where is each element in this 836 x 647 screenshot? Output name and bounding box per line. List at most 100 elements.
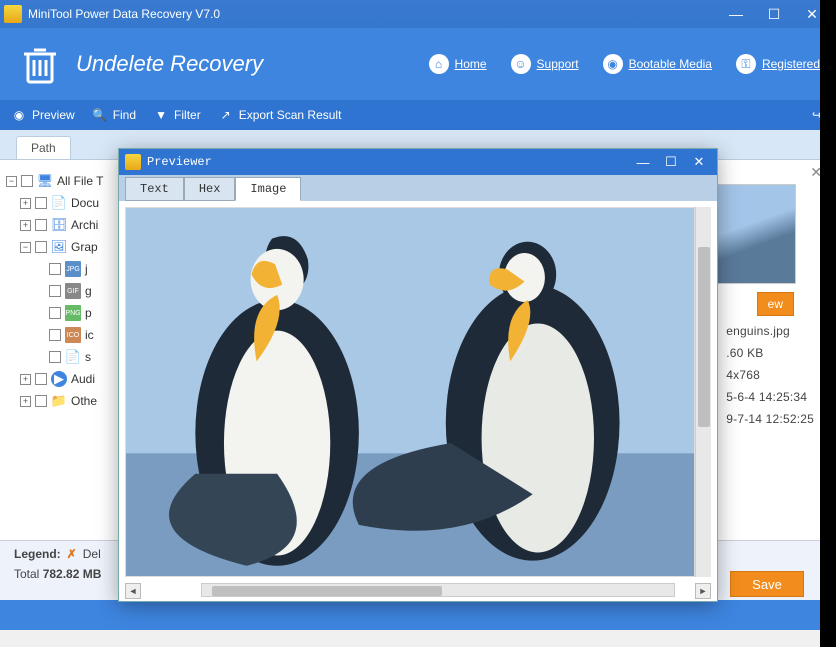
expand-toggle[interactable]: + [20,374,31,385]
expand-toggle[interactable]: − [20,242,31,253]
footer [0,600,836,630]
tree-label: Docu [71,196,99,210]
expand-toggle[interactable]: + [20,396,31,407]
maximize-button[interactable]: ☐ [760,5,788,23]
export-icon: ↗ [219,108,233,122]
tree-label: Othe [71,394,97,408]
header-links: ⌂ Home ☺ Support ◉ Bootable Media ⚿ Regi… [429,54,820,74]
expand-toggle[interactable]: − [6,176,17,187]
legend-label: Legend: [14,547,61,561]
previewer-close-button[interactable]: ✕ [687,153,711,171]
file-details: enguins.jpg .60 KB 4x768 5-6-4 14:25:34 … [726,320,814,430]
preview-tool[interactable]: ◉ Preview [12,108,75,122]
tree-checkbox[interactable] [49,329,61,341]
eye-icon: ◉ [12,108,26,122]
tree-checkbox[interactable] [35,197,47,209]
tree-label: Grap [71,240,98,254]
tree-label: Audi [71,372,95,386]
preview-image [125,207,695,577]
bootable-link[interactable]: ◉ Bootable Media [603,54,712,74]
tree-checkbox[interactable] [49,307,61,319]
disc-icon: ◉ [603,54,623,74]
expand-toggle[interactable]: + [20,198,31,209]
tree-checkbox[interactable] [35,219,47,231]
scroll-right-arrow[interactable]: ► [695,583,711,599]
export-label: Export Scan Result [239,108,342,122]
previewer-bottom: ◄ ► [119,583,717,601]
previewer-window: Previewer — ☐ ✕ Text Hex Image [118,148,718,602]
preview-button[interactable]: ew [757,292,794,316]
vertical-scrollbar[interactable] [695,207,711,577]
tree-checkbox[interactable] [35,241,47,253]
tree-label: p [85,306,92,320]
trash-icon [16,40,64,88]
minimize-button[interactable]: — [722,5,750,23]
find-label: Find [113,108,136,122]
scrollbar-thumb[interactable] [698,247,710,427]
home-label: Home [455,57,487,71]
previewer-titlebar[interactable]: Previewer — ☐ ✕ [119,149,717,175]
tree-label: g [85,284,92,298]
header: Undelete Recovery ⌂ Home ☺ Support ◉ Boo… [0,28,836,100]
previewer-body [119,201,717,583]
previewer-title: Previewer [147,155,627,169]
tab-image[interactable]: Image [235,177,301,201]
registered-label: Registered [762,57,820,71]
search-icon: 🔍 [93,108,107,122]
filter-label: Filter [174,108,201,122]
home-icon: ⌂ [429,54,449,74]
previewer-maximize-button[interactable]: ☐ [659,153,683,171]
play-icon: ▶ [51,371,67,387]
tree-checkbox[interactable] [49,263,61,275]
tree-checkbox[interactable] [49,351,61,363]
tree-label: All File T [57,174,103,188]
detail-size: .60 KB [726,342,814,364]
detail-created: 5-6-4 14:25:34 [726,386,814,408]
previewer-tabs: Text Hex Image [119,175,717,201]
window-buttons: — ☐ ✕ [722,5,832,23]
support-label: Support [537,57,579,71]
funnel-icon: ▼ [154,108,168,122]
previewer-app-icon [125,154,141,170]
registered-link[interactable]: ⚿ Registered [736,54,820,74]
tree-checkbox[interactable] [49,285,61,297]
detail-modified: 9-7-14 12:52:25 [726,408,814,430]
ico-icon: ICO [65,327,81,343]
home-link[interactable]: ⌂ Home [429,54,487,74]
tab-text[interactable]: Text [125,177,184,201]
file-icon: 📄 [65,349,81,365]
app-title: MiniTool Power Data Recovery V7.0 [28,7,722,21]
detail-filename: enguins.jpg [726,320,814,342]
titlebar: MiniTool Power Data Recovery V7.0 — ☐ ✕ [0,0,836,28]
bootable-label: Bootable Media [629,57,712,71]
scrollbar-thumb[interactable] [212,586,442,596]
jpeg-icon: JPG [65,261,81,277]
tab-hex[interactable]: Hex [184,177,236,201]
export-tool[interactable]: ↗ Export Scan Result [219,108,342,122]
preview-label: Preview [32,108,75,122]
tree-label: ic [85,328,94,342]
document-icon: 📄 [51,195,67,211]
support-link[interactable]: ☺ Support [511,54,579,74]
total-value: 782.82 MB [43,567,102,581]
scroll-left-arrow[interactable]: ◄ [125,583,141,599]
tree-checkbox[interactable] [35,395,47,407]
page-title: Undelete Recovery [76,51,429,77]
png-icon: PNG [65,305,81,321]
find-tool[interactable]: 🔍 Find [93,108,136,122]
tree-label: s [85,350,91,364]
horizontal-scrollbar[interactable] [201,583,675,597]
filter-tool[interactable]: ▼ Filter [154,108,201,122]
gif-icon: GIF [65,283,81,299]
legend-del: Del [83,547,101,561]
tree-checkbox[interactable] [21,175,33,187]
monitor-icon: 🖥 [37,173,53,189]
previewer-minimize-button[interactable]: — [631,153,655,171]
right-dark-edge [820,0,836,647]
save-button[interactable]: Save [730,571,804,597]
key-icon: ⚿ [736,54,756,74]
expand-toggle[interactable]: + [20,220,31,231]
tree-checkbox[interactable] [35,373,47,385]
tab-path[interactable]: Path [16,136,71,159]
toolbar: ◉ Preview 🔍 Find ▼ Filter ↗ Export Scan … [0,100,836,130]
